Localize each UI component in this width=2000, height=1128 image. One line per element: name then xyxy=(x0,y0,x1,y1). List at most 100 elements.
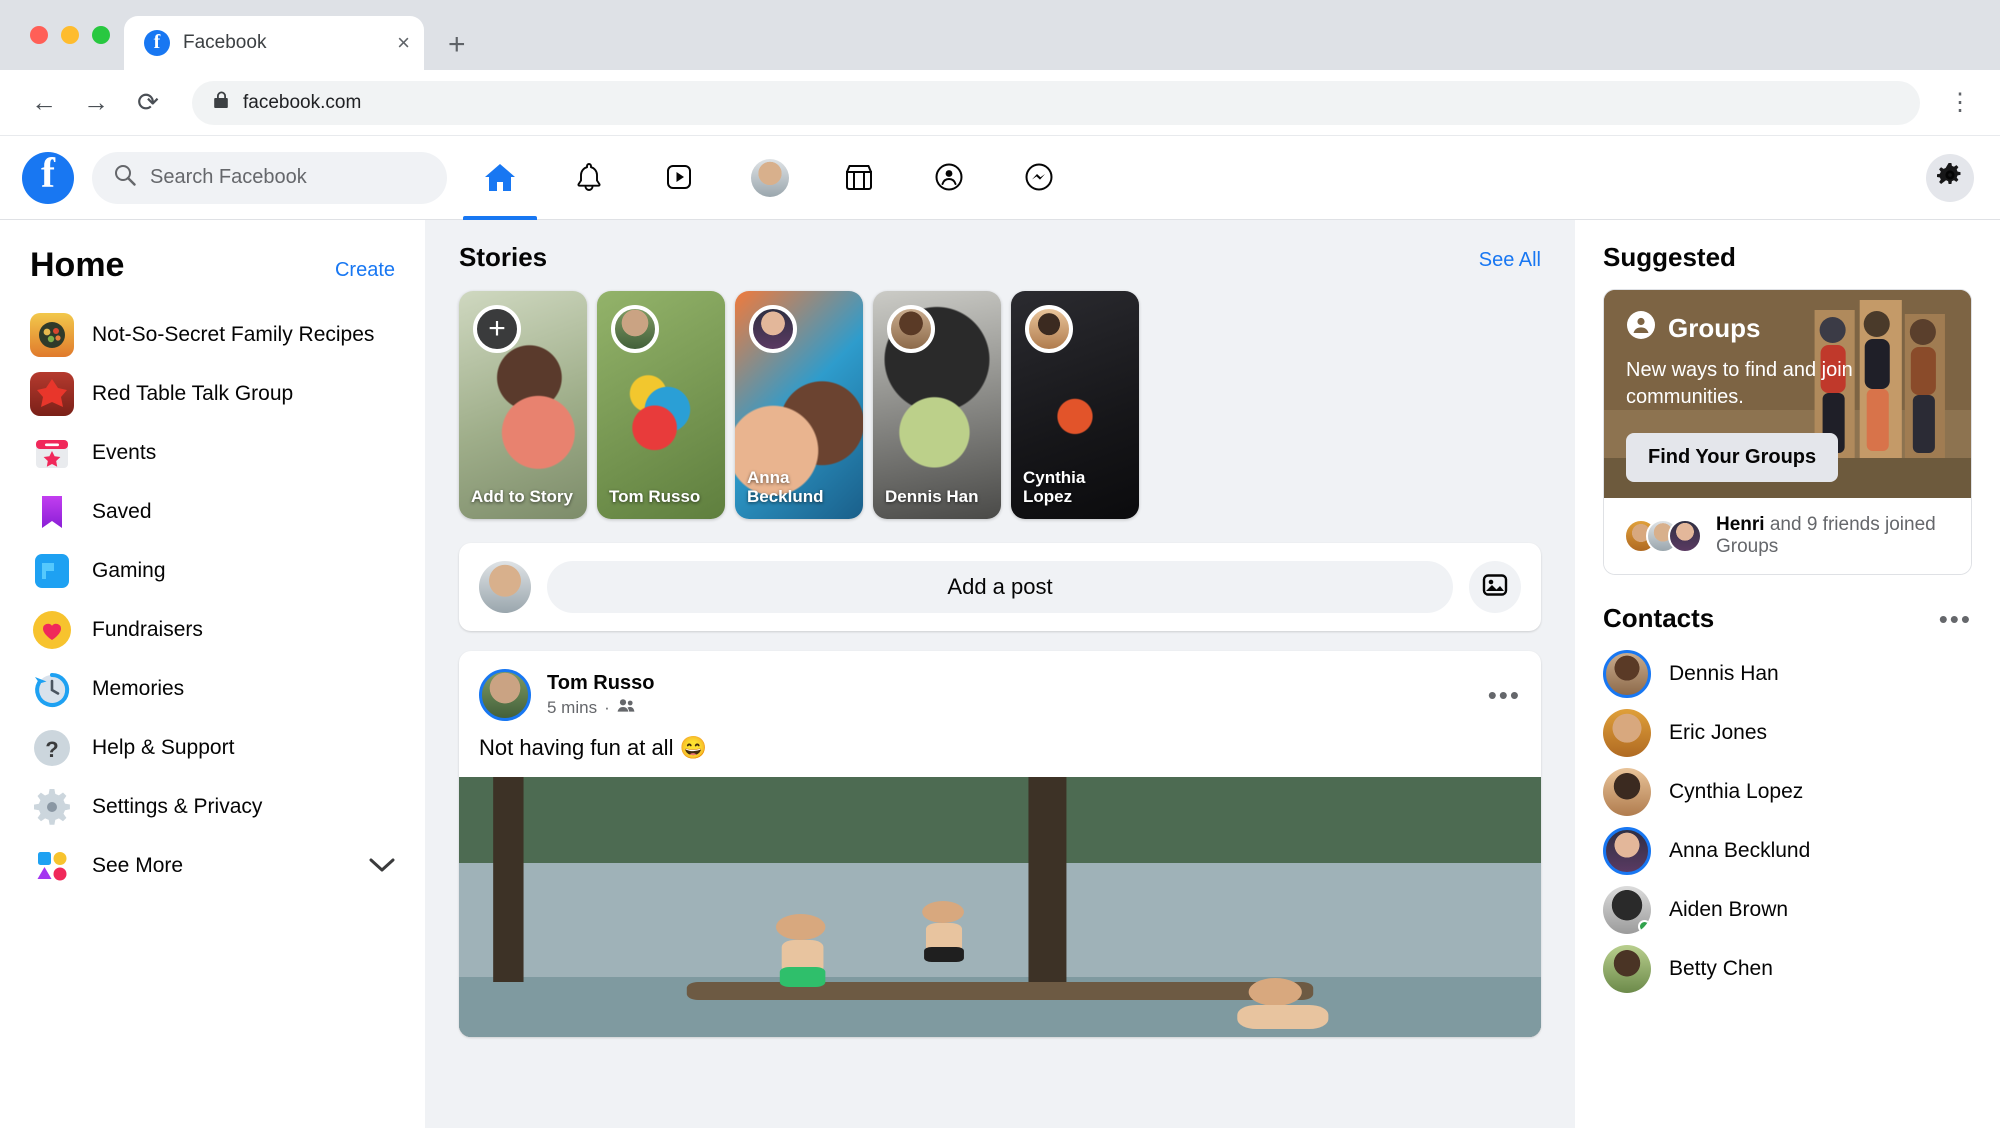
post-meta: Tom Russo 5 mins · xyxy=(547,672,1472,718)
sidebar-item-gaming[interactable]: Gaming xyxy=(30,541,395,600)
browser-menu-icon[interactable]: ⋮ xyxy=(1942,90,1978,115)
sidebar-item-label: Help & Support xyxy=(92,735,235,759)
chevron-down-icon[interactable] xyxy=(369,853,395,879)
post-subline: 5 mins · xyxy=(547,698,1472,718)
reload-icon[interactable]: ⟳ xyxy=(126,81,170,125)
story-label: Cynthia Lopez xyxy=(1023,467,1086,507)
suggested-groups-card[interactable]: Groups New ways to find and join communi… xyxy=(1603,289,1972,575)
new-tab-button[interactable]: + xyxy=(424,30,488,70)
settings-button[interactable] xyxy=(1926,153,1974,202)
close-window-button[interactable] xyxy=(30,26,48,44)
sidebar-item-family-recipes[interactable]: Not-So-Secret Family Recipes xyxy=(30,305,395,364)
contact-row[interactable]: Anna Becklund xyxy=(1603,821,1972,880)
create-link[interactable]: Create xyxy=(335,259,395,282)
bell-icon xyxy=(572,160,608,196)
forward-icon[interactable]: → xyxy=(74,81,118,125)
nav-watch[interactable] xyxy=(635,136,725,220)
maximize-window-button[interactable] xyxy=(92,26,110,44)
browser-window: f Facebook × + ← → ⟳ facebook.com ⋮ f Se… xyxy=(0,0,2000,1128)
stories-header: Stories See All xyxy=(459,242,1541,273)
suggested-card-image: Groups New ways to find and join communi… xyxy=(1604,290,1971,498)
sidebar-item-settings-privacy[interactable]: Settings & Privacy xyxy=(30,777,395,836)
facebook-header: f Search Facebook xyxy=(0,136,2000,220)
svg-text:?: ? xyxy=(45,737,58,762)
sidebar-item-red-table-talk[interactable]: Red Table Talk Group xyxy=(30,364,395,423)
sidebar-item-label: Settings & Privacy xyxy=(92,794,263,818)
add-post-input[interactable]: Add a post xyxy=(547,561,1453,613)
story-card[interactable]: Cynthia Lopez xyxy=(1011,291,1139,519)
gear-icon xyxy=(1937,162,1963,193)
sidebar-item-label: Memories xyxy=(92,676,185,700)
post-image[interactable] xyxy=(459,777,1541,1037)
back-icon[interactable]: ← xyxy=(22,81,66,125)
contact-name: Eric Jones xyxy=(1669,720,1768,744)
online-status-dot xyxy=(1638,919,1651,933)
facebook-logo-icon[interactable]: f xyxy=(22,151,74,204)
minimize-window-button[interactable] xyxy=(61,26,79,44)
nav-groups[interactable] xyxy=(905,136,995,220)
nav-notifications[interactable] xyxy=(545,136,635,220)
avatar xyxy=(1603,826,1651,875)
stories-see-all-link[interactable]: See All xyxy=(1479,249,1541,272)
post-author-avatar[interactable] xyxy=(479,669,531,721)
browser-tab[interactable]: f Facebook × xyxy=(124,16,424,70)
marketplace-icon xyxy=(842,160,878,196)
contact-row[interactable]: Cynthia Lopez xyxy=(1603,762,1972,821)
contacts-menu-icon[interactable]: ••• xyxy=(1939,606,1972,632)
sidebar-item-events[interactable]: Events xyxy=(30,423,395,482)
add-photo-button[interactable] xyxy=(1469,561,1521,613)
sidebar-item-label: Gaming xyxy=(92,558,166,582)
story-card[interactable]: Tom Russo xyxy=(597,291,725,519)
watch-video-icon xyxy=(662,160,698,196)
close-tab-icon[interactable]: × xyxy=(397,32,410,54)
post-separator: · xyxy=(604,698,610,717)
story-card[interactable]: Anna Becklund xyxy=(735,291,863,519)
story-avatar xyxy=(1025,305,1073,353)
lock-icon xyxy=(214,91,229,114)
contact-row[interactable]: Betty Chen xyxy=(1603,939,1972,998)
story-avatar xyxy=(887,305,935,353)
search-input[interactable]: Search Facebook xyxy=(92,151,447,204)
composer-avatar xyxy=(479,561,531,613)
find-your-groups-button[interactable]: Find Your Groups xyxy=(1626,433,1839,482)
nav-home[interactable] xyxy=(455,136,545,220)
group-photo-icon xyxy=(30,312,74,357)
sidebar-item-see-more[interactable]: See More xyxy=(30,836,395,895)
left-sidebar: Home Create Not-So-Secret Family Recipes… xyxy=(0,220,425,1128)
window-traffic-lights xyxy=(22,0,124,70)
contact-name: Cynthia Lopez xyxy=(1669,779,1804,803)
story-card[interactable]: Dennis Han xyxy=(873,291,1001,519)
add-story-plus-icon[interactable]: + xyxy=(473,305,521,353)
post-timestamp: 5 mins xyxy=(547,698,598,717)
post-author-name[interactable]: Tom Russo xyxy=(547,672,1472,695)
sidebar-item-help-support[interactable]: ? Help & Support xyxy=(30,718,395,777)
browser-tabstrip: f Facebook × + xyxy=(0,0,2000,70)
contact-row[interactable]: Aiden Brown xyxy=(1603,880,1972,939)
nav-messenger[interactable] xyxy=(995,136,1085,220)
suggested-footer-text: Henri and 9 friends joined Groups xyxy=(1716,514,1951,558)
sidebar-item-memories[interactable]: Memories xyxy=(30,659,395,718)
gaming-icon xyxy=(30,549,74,593)
contacts-header: Contacts ••• xyxy=(1603,603,1972,634)
avatar xyxy=(1603,944,1651,993)
sidebar-item-saved[interactable]: Saved xyxy=(30,482,395,541)
photo-icon xyxy=(1482,572,1508,603)
nav-profile[interactable] xyxy=(725,136,815,220)
home-icon xyxy=(482,160,518,196)
nav-marketplace[interactable] xyxy=(815,136,905,220)
contact-row[interactable]: Dennis Han xyxy=(1603,644,1972,703)
bookmark-icon xyxy=(30,490,74,534)
post-composer: Add a post xyxy=(459,543,1541,631)
contact-name: Anna Becklund xyxy=(1669,838,1811,862)
story-avatar xyxy=(749,305,797,353)
post-menu-icon[interactable]: ••• xyxy=(1488,682,1521,708)
address-bar[interactable]: facebook.com xyxy=(192,80,1920,125)
page-title: Home xyxy=(30,246,125,284)
sidebar-item-fundraisers[interactable]: Fundraisers xyxy=(30,600,395,659)
suggested-footer-name: Henri xyxy=(1716,514,1765,535)
contact-row[interactable]: Eric Jones xyxy=(1603,703,1972,762)
suggested-badge: Groups xyxy=(1626,310,1949,347)
sidebar-item-label: Events xyxy=(92,440,157,464)
post-header: Tom Russo 5 mins · ••• xyxy=(459,651,1541,733)
story-card-add[interactable]: + Add to Story xyxy=(459,291,587,519)
